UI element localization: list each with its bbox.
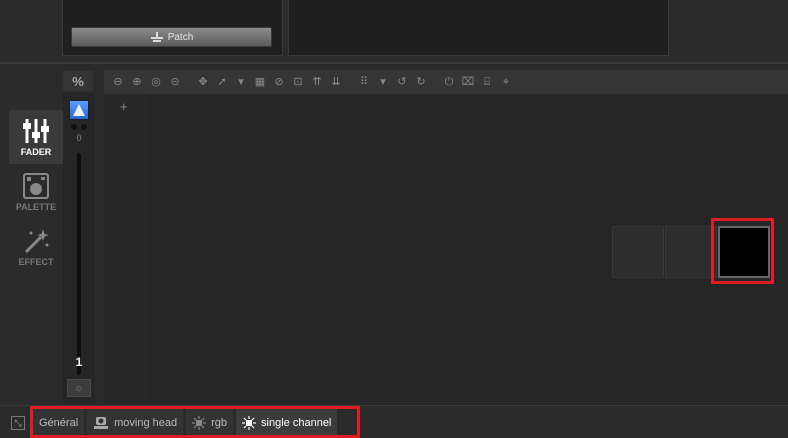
fader-number: 1 (75, 355, 83, 369)
expand-icon[interactable]: ⤡ (11, 416, 25, 430)
moving-head-icon (94, 417, 109, 429)
tab-label: rgb (211, 417, 228, 429)
target-icon[interactable]: ⌖ (498, 74, 514, 90)
fader-slider[interactable] (77, 153, 81, 375)
tab-general[interactable]: Général (33, 409, 85, 437)
mode-label: FADER (20, 147, 52, 157)
fixture-remove-icon[interactable]: ⌧ (460, 74, 476, 90)
patch-panel: Patch (62, 0, 283, 56)
dropdown-icon[interactable]: ▾ (375, 74, 391, 90)
light-icon (192, 416, 207, 430)
mode-label: EFFECT (18, 257, 54, 267)
zoom-reset-icon[interactable]: ◎ (148, 74, 164, 90)
align-down-icon[interactable]: ⇊ (328, 74, 344, 90)
tab-label: Général (39, 417, 79, 429)
rotate-right-icon[interactable]: ↻ (413, 74, 429, 90)
mode-palette-button[interactable]: PALETTE (9, 165, 63, 219)
zoom-out-icon[interactable]: ⊖ (110, 74, 126, 90)
back-icon[interactable]: ⊝ (167, 74, 183, 90)
fixture-group-tabs: Général moving head rgb single channel (33, 409, 338, 437)
tab-label: moving head (114, 417, 178, 429)
power-icon[interactable]: ⏻ (441, 74, 457, 90)
patch-label: Patch (167, 31, 194, 43)
fixture-cell[interactable] (665, 226, 717, 278)
palette-icon (23, 173, 49, 199)
align-up-icon[interactable]: ⇈ (309, 74, 325, 90)
light-bright-icon (242, 416, 257, 430)
tab-label: single channel (261, 417, 332, 429)
patch-icon (150, 32, 163, 42)
toolbar: ⊖ ⊕ ◎ ⊝ ✥ ➚ ▾ ▦ ⊘ ⊡ ⇈ ⇊ ⠿ ▾ ↺ ↻ ⏻ ⌧ ⌸ ⌖ (104, 70, 788, 94)
tab-moving-head[interactable]: moving head (87, 409, 184, 437)
effect-wand-icon (24, 229, 49, 254)
matrix-icon[interactable]: ⠿ (356, 74, 372, 90)
dropdown-icon[interactable]: ▾ (233, 74, 249, 90)
tab-rgb[interactable]: rgb (186, 409, 234, 437)
move-icon[interactable]: ✥ (195, 74, 211, 90)
fixture-cell[interactable] (612, 226, 664, 278)
tab-single-channel[interactable]: single channel (236, 409, 338, 437)
fader-flash-button[interactable]: ⊙ (67, 379, 91, 397)
fader-indicators (71, 124, 87, 130)
fader-type-icon[interactable] (69, 100, 89, 120)
fader-column: 0 1 ⊙ (63, 93, 95, 405)
disable-icon[interactable]: ⊘ (271, 74, 287, 90)
mode-label: PALETTE (15, 202, 57, 212)
select-icon[interactable]: ➚ (214, 74, 230, 90)
percent-toggle-button[interactable]: % (63, 71, 93, 91)
info-panel (288, 0, 669, 56)
patch-button[interactable]: Patch (71, 27, 272, 47)
fixture-add-icon[interactable]: ⌸ (479, 74, 495, 90)
fit-icon[interactable]: ⊡ (290, 74, 306, 90)
fader-icon (23, 119, 49, 143)
grid-icon[interactable]: ▦ (252, 74, 268, 90)
rotate-left-icon[interactable]: ↺ (394, 74, 410, 90)
add-icon[interactable]: + (120, 99, 128, 114)
divider (0, 62, 788, 64)
fader-value: 0 (76, 133, 82, 143)
workspace-gutter: + (104, 94, 150, 405)
zoom-in-icon[interactable]: ⊕ (129, 74, 145, 90)
mode-fader-button[interactable]: FADER (9, 110, 63, 164)
selection-highlight (711, 218, 774, 284)
mode-effect-button[interactable]: EFFECT (9, 220, 63, 274)
app-window: Patch FADER PALETTE EFFECT % 0 1 ⊙ ⊖ ⊕ ◎… (0, 0, 788, 438)
